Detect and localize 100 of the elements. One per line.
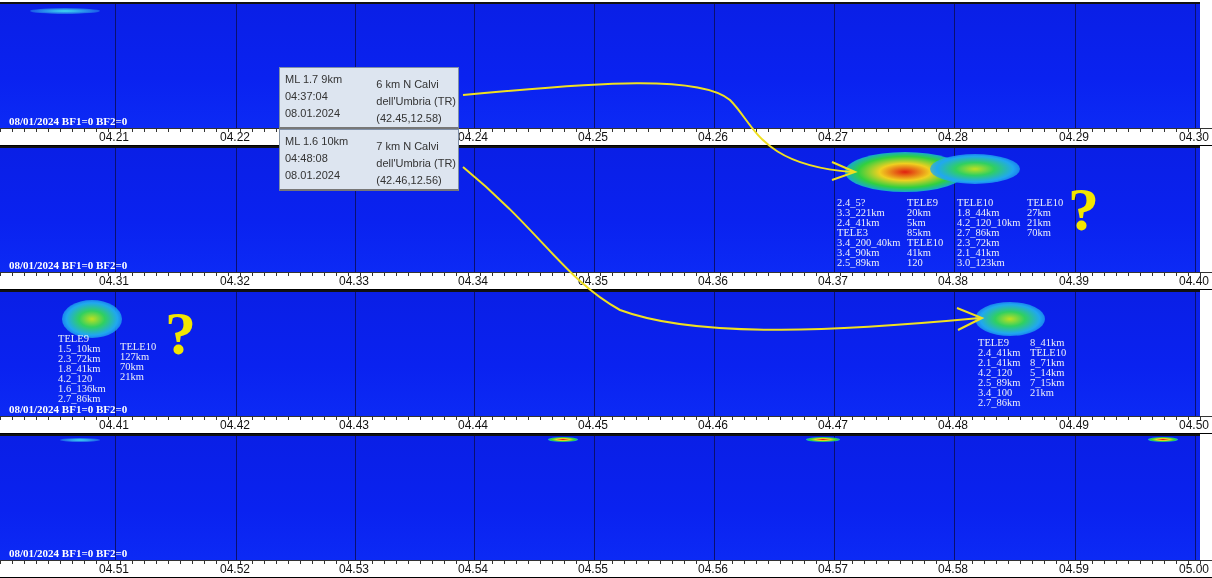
station-label: 1.6_136km xyxy=(58,384,106,394)
station-label: 3.4_200_40km xyxy=(837,238,901,248)
tick-label: 04.22 xyxy=(220,131,251,145)
tick-label: 04.36 xyxy=(698,275,729,289)
station-label: 2.4_41km xyxy=(837,218,880,228)
tick-label: 04.25 xyxy=(578,131,609,145)
popup-text: (42.45,12.58) xyxy=(376,111,443,126)
station-label: TELE10 xyxy=(957,198,995,208)
station-label: 21km xyxy=(1027,218,1052,228)
tick-label: 04.31 xyxy=(99,275,130,289)
tick-label: 04.39 xyxy=(1059,275,1090,289)
popup-text: dell'Umbria (TR) xyxy=(376,156,456,171)
tick-label: 04.43 xyxy=(339,419,370,433)
station-label: TELE10 xyxy=(907,238,944,248)
tick-label: 04.32 xyxy=(220,275,251,289)
station-label: 4.2_120_10km xyxy=(957,218,1021,228)
station-label: 1.8_44km xyxy=(957,208,1000,218)
station-label: 2.7_86km xyxy=(957,228,1000,238)
tick-label: 04.53 xyxy=(339,563,370,577)
station-label: 4.2_120 xyxy=(978,368,1013,378)
tick-label: 04.26 xyxy=(698,131,729,145)
popup-text: 08.01.2024 xyxy=(285,106,342,121)
popup-text: 7 km N Calvi xyxy=(376,139,440,154)
tick-label: 04.51 xyxy=(99,563,130,577)
station-label: 3.4_100 xyxy=(978,388,1013,398)
plot-caption: 08/01/2024 BF1=0 BF2=0 xyxy=(9,115,128,128)
tick-label: 04.33 xyxy=(339,275,370,289)
station-label: 85km xyxy=(907,228,932,238)
station-label: 21km xyxy=(120,372,145,382)
popup-text: 6 km N Calvi xyxy=(376,77,440,92)
signal-blob xyxy=(30,8,100,14)
popup-text: (42.46,12.56) xyxy=(376,173,443,188)
popup-text: ML 1.6 10km xyxy=(285,134,349,149)
question-mark: ? xyxy=(165,302,196,364)
signal-blob xyxy=(1148,437,1178,442)
station-label: 70km xyxy=(1027,228,1052,238)
tick-label: 04.29 xyxy=(1059,131,1090,145)
tick-label: 04.24 xyxy=(458,131,489,145)
station-label: 21km xyxy=(1030,388,1054,398)
station-label: 1.8_41km xyxy=(58,364,102,374)
tick-label: 04.56 xyxy=(698,563,729,577)
station-label: 2.7_86km xyxy=(978,398,1021,408)
station-label: 7_15km xyxy=(1030,378,1066,388)
tick-label: 04.21 xyxy=(99,131,130,145)
station-label: 1.5_10km xyxy=(58,344,102,354)
plot-caption: 08/01/2024 BF1=0 BF2=0 xyxy=(9,259,128,272)
popup-text: 04:48:08 xyxy=(285,151,329,166)
tick-label: 04.45 xyxy=(578,419,609,433)
tick-label: 04.28 xyxy=(938,131,969,145)
tick-label: 04.27 xyxy=(818,131,849,145)
tick-label: 04.50 xyxy=(1179,419,1210,433)
tick-label: 04.46 xyxy=(698,419,729,433)
station-label: TELE10 xyxy=(120,342,157,352)
station-label: 127km xyxy=(120,352,151,362)
tick-label: 04.40 xyxy=(1179,275,1210,289)
station-label: 27km xyxy=(1027,208,1052,218)
station-label: TELE9 xyxy=(978,338,1010,348)
station-label: TELE10 xyxy=(1027,198,1064,208)
tick-label: 04.41 xyxy=(99,419,130,433)
tick-label: 04.54 xyxy=(458,563,489,577)
station-label: 8_71km xyxy=(1030,358,1066,368)
tick-label: 04.47 xyxy=(818,419,849,433)
station-label: 2.1_41km xyxy=(957,248,1000,258)
station-label: 41km xyxy=(907,248,932,258)
signal-blob xyxy=(806,437,840,442)
popup-text: 04:37:04 xyxy=(285,89,329,104)
tick-label: 04.52 xyxy=(220,563,251,577)
station-label: 5_14km xyxy=(1030,368,1066,378)
station-label: 120 xyxy=(907,258,924,268)
signal-blob xyxy=(548,437,578,442)
station-label: 3.0_123km xyxy=(957,258,1006,268)
station-label: 2.4_5? xyxy=(837,198,866,208)
tick-label: 04.59 xyxy=(1059,563,1090,577)
tick-label: 04.38 xyxy=(938,275,969,289)
popup-text: ML 1.7 9km xyxy=(285,72,343,87)
tick-label: 04.30 xyxy=(1179,131,1210,145)
station-label: 3.4_90km xyxy=(837,248,880,258)
station-label: 20km xyxy=(907,208,932,218)
tick-label: 04.34 xyxy=(458,275,489,289)
station-label: 2.4_41km xyxy=(978,348,1021,358)
tick-label: 04.37 xyxy=(818,275,849,289)
tick-label: 04.44 xyxy=(458,419,489,433)
tick-label: 04.42 xyxy=(220,419,251,433)
plot-caption: 08/01/2024 BF1=0 BF2=0 xyxy=(9,547,128,560)
station-label: 3.3_221km xyxy=(837,208,886,218)
tick-label: 04.58 xyxy=(938,563,969,577)
tick-label: 04.48 xyxy=(938,419,969,433)
station-label: 5km xyxy=(907,218,927,228)
popup-text: dell'Umbria (TR) xyxy=(376,94,456,109)
station-label: 2.5_89km xyxy=(837,258,881,268)
station-label: 2.5_89km xyxy=(978,378,1021,388)
station-label: 8_41km xyxy=(1030,338,1065,348)
station-label: 2.3_72km xyxy=(58,354,102,364)
popup-text: 08.01.2024 xyxy=(285,168,342,183)
tick-label: 04.55 xyxy=(578,563,609,577)
tick-label: 04.57 xyxy=(818,563,849,577)
station-label: 2.3_72km xyxy=(957,238,1001,248)
question-mark: ? xyxy=(1068,178,1099,240)
station-label: TELE9 xyxy=(58,334,90,344)
plot-caption: 08/01/2024 BF1=0 BF2=0 xyxy=(9,403,128,416)
